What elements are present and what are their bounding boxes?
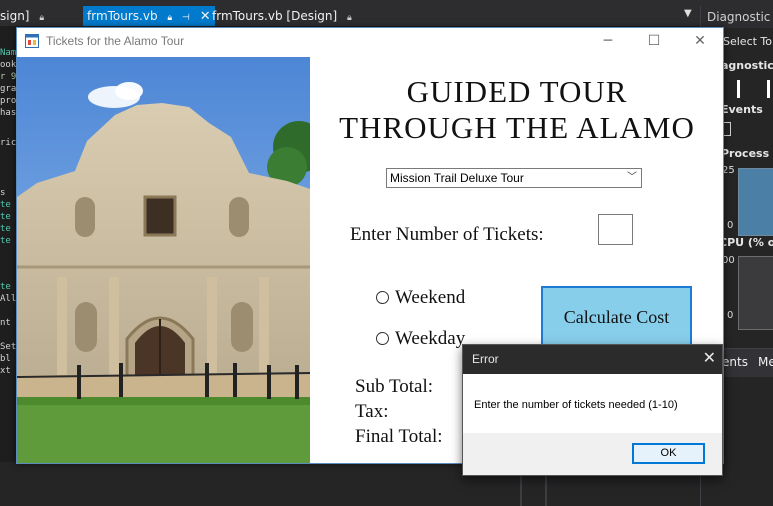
code-line: te	[0, 236, 11, 246]
close-icon[interactable]: ✕	[703, 348, 716, 367]
tab-label: sign]	[0, 9, 30, 23]
page-heading: GUIDED TOUR THROUGH THE ALAMO	[317, 74, 717, 146]
memory-tab[interactable]: Me	[758, 355, 773, 369]
tab-label: frmTours.vb [Design]	[212, 9, 338, 23]
code-line: pro	[0, 96, 16, 106]
lock-icon: 🔒︎	[167, 13, 173, 23]
code-line: ric	[0, 138, 16, 148]
code-line: Nam	[0, 48, 16, 58]
heading-line-1: GUIDED TOUR	[406, 74, 628, 109]
close-icon[interactable]: ✕	[200, 9, 211, 24]
code-line: gra	[0, 84, 16, 94]
code-line: has	[0, 108, 16, 118]
events-marker	[723, 122, 731, 136]
lock-icon: 🔒︎	[347, 13, 352, 23]
dialog-title: Error	[472, 352, 499, 366]
events-label: Events	[721, 103, 763, 116]
code-line: s	[0, 188, 6, 198]
form-app-icon	[25, 34, 39, 48]
tax-label: Tax:	[355, 401, 389, 422]
alamo-photo	[17, 57, 310, 463]
calculate-cost-button[interactable]: Calculate Cost	[541, 286, 692, 350]
tabs-dropdown-icon[interactable]: ▼	[684, 8, 692, 19]
ide-tab-frmtours-design[interactable]: frmTours.vb [Design] 🔒︎	[212, 6, 352, 26]
minimize-icon[interactable]: ─	[585, 28, 631, 56]
error-dialog: Error ✕ Enter the number of tickets need…	[462, 344, 723, 476]
ok-button[interactable]: OK	[632, 443, 705, 464]
tickets-input[interactable]	[598, 214, 633, 245]
ide-tab-frmtours-vb[interactable]: frmTours.vb 🔒︎ ⊣ ✕	[83, 6, 215, 26]
code-line: te	[0, 282, 11, 292]
weekend-radio[interactable]	[376, 291, 389, 304]
process-memory-label: Process M	[721, 147, 773, 160]
tour-select[interactable]: Mission Trail Deluxe Tour ﹀	[386, 168, 642, 188]
diagnostics-label: agnostics	[721, 59, 773, 72]
final-total-label: Final Total:	[355, 426, 443, 447]
weekday-label[interactable]: Weekday	[395, 328, 465, 350]
code-editor-strip: Nam ook r 9 gra pro has ric s te te te t…	[0, 26, 16, 386]
heading-line-2: THROUGH THE ALAMO	[339, 110, 695, 145]
diagnostic-tools-title: Diagnostic To	[701, 6, 773, 28]
pin-icon[interactable]: ⊣	[182, 13, 190, 23]
form-title: Tickets for the Alamo Tour	[46, 34, 185, 48]
tour-select-value: Mission Trail Deluxe Tour	[390, 171, 524, 185]
form-titlebar[interactable]: Tickets for the Alamo Tour ─ ☐ ✕	[17, 28, 723, 56]
select-tools-button[interactable]: Select To	[723, 35, 772, 48]
code-line: nt	[0, 318, 11, 328]
chevron-down-icon[interactable]: ﹀	[627, 169, 637, 187]
lock-icon: 🔒︎	[39, 13, 45, 23]
maximize-icon[interactable]: ☐	[631, 28, 677, 56]
dialog-titlebar[interactable]: Error ✕	[463, 345, 722, 374]
axis-tick: 0	[727, 220, 734, 231]
close-icon[interactable]: ✕	[677, 28, 723, 56]
code-line: te	[0, 212, 11, 222]
cpu-label: CPU (% of	[719, 236, 773, 249]
weekend-label[interactable]: Weekend	[395, 287, 465, 309]
dialog-footer: OK	[463, 433, 722, 475]
code-line: te	[0, 200, 11, 210]
tab-label: frmTours.vb	[87, 9, 158, 23]
subtotal-label: Sub Total:	[355, 376, 434, 397]
code-line: xt	[0, 366, 11, 376]
memory-graph	[738, 168, 773, 236]
cpu-graph	[738, 256, 773, 330]
code-line: All	[0, 294, 16, 304]
weekday-radio[interactable]	[376, 332, 389, 345]
timeline-ruler	[721, 76, 773, 102]
code-line: te	[0, 224, 11, 234]
tickets-label: Enter Number of Tickets:	[350, 224, 544, 245]
events-tab[interactable]: ents	[722, 355, 748, 369]
ide-tab-bar: sign] 🔒︎ frmTours.vb 🔒︎ ⊣ ✕ frmTours.vb …	[0, 0, 773, 26]
code-line: ook	[0, 60, 16, 70]
code-line: Set	[0, 342, 16, 352]
code-line: r 9	[0, 72, 16, 82]
code-line: bl	[0, 354, 11, 364]
ide-tab-design-prev[interactable]: sign] 🔒︎	[0, 6, 44, 26]
axis-tick: 0	[727, 310, 734, 321]
dialog-message: Enter the number of tickets needed (1-10…	[474, 399, 678, 411]
